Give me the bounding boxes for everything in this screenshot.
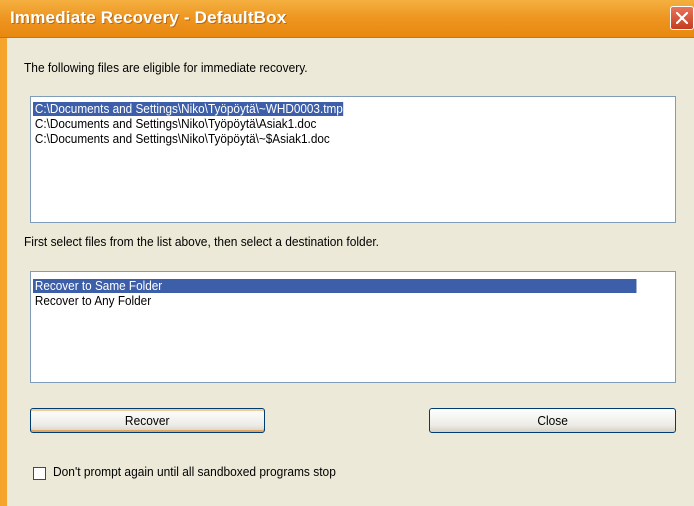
- window-title: Immediate Recovery - DefaultBox: [10, 8, 287, 27]
- destination-item-any-folder[interactable]: Recover to Any Folder: [33, 294, 151, 308]
- close-button[interactable]: Close: [429, 408, 676, 433]
- close-window-button[interactable]: [670, 6, 694, 30]
- file-list-item[interactable]: C:\Documents and Settings\Niko\Työpöytä\…: [33, 132, 330, 146]
- file-list-item[interactable]: C:\Documents and Settings\Niko\Työpöytä\…: [33, 117, 317, 131]
- recover-button-label: Recover: [125, 413, 170, 428]
- recovery-dialog: Immediate Recovery - DefaultBox The foll…: [0, 0, 694, 506]
- instruction-label: First select files from the list above, …: [24, 234, 379, 249]
- recover-button[interactable]: Recover: [30, 408, 265, 433]
- close-icon: [676, 12, 688, 24]
- dont-prompt-label[interactable]: Don't prompt again until all sandboxed p…: [53, 464, 336, 479]
- intro-label: The following files are eligible for imm…: [24, 60, 308, 75]
- file-list[interactable]: C:\Documents and Settings\Niko\Työpöytä\…: [30, 96, 676, 223]
- dont-prompt-checkbox[interactable]: [33, 467, 46, 480]
- title-bar[interactable]: Immediate Recovery - DefaultBox: [0, 0, 694, 38]
- destination-item-same-folder[interactable]: Recover to Same Folder: [33, 279, 637, 293]
- destination-list[interactable]: Recover to Same Folder Recover to Any Fo…: [30, 271, 676, 383]
- file-list-item[interactable]: C:\Documents and Settings\Niko\Työpöytä\…: [33, 102, 343, 116]
- dialog-body: The following files are eligible for imm…: [7, 38, 694, 506]
- close-button-label: Close: [537, 413, 568, 428]
